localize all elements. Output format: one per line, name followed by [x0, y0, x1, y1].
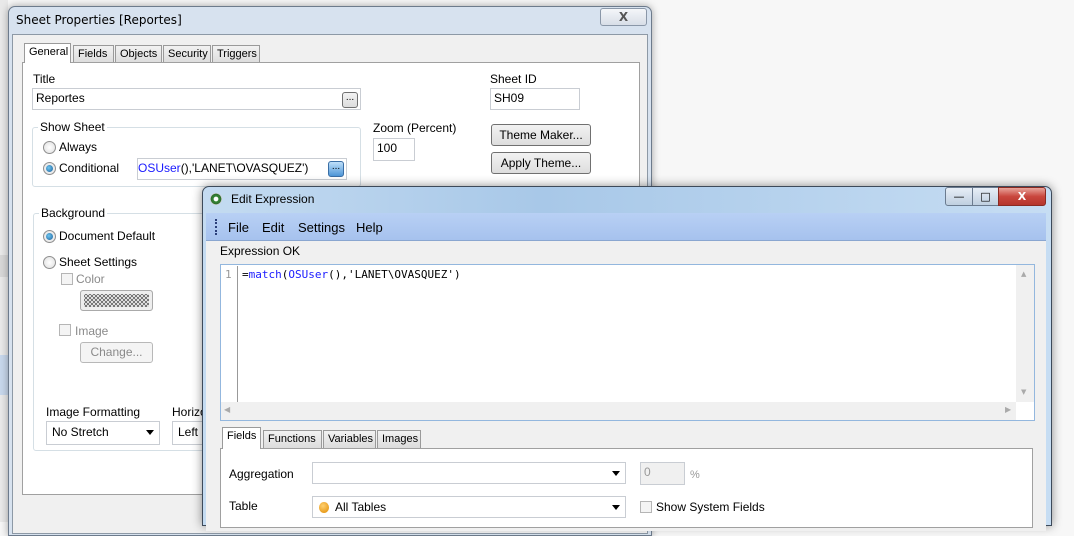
code-eq: = [242, 268, 249, 281]
sheet-settings-radio[interactable] [43, 256, 56, 269]
color-swatch-button[interactable] [80, 290, 153, 311]
image-formatting-value: No Stretch [52, 425, 109, 439]
table-icon [319, 502, 329, 513]
expression-status: Expression OK [220, 244, 301, 258]
code-func: match [248, 268, 282, 281]
gutter-divider [237, 266, 238, 402]
tab-general[interactable]: General [24, 43, 71, 63]
scroll-right-icon[interactable]: ▶ [1005, 405, 1011, 414]
tab-images[interactable]: Images [377, 430, 421, 448]
window-title: Edit Expression [231, 192, 315, 206]
document-default-radio[interactable] [43, 230, 56, 243]
chevron-down-icon [146, 430, 154, 435]
background-app-strip [0, 355, 8, 395]
code-rest: (),'LANET\OVASQUEZ') [328, 268, 461, 281]
menu-edit[interactable]: Edit [262, 220, 284, 235]
always-label: Always [59, 140, 98, 154]
tab-fields[interactable]: Fields [222, 427, 261, 449]
scroll-down-icon[interactable]: ▼ [1021, 388, 1026, 396]
scroll-up-icon[interactable]: ▲ [1021, 270, 1026, 278]
scroll-left-icon[interactable]: ◀ [224, 405, 230, 414]
horizontal-scrollbar[interactable] [221, 402, 1016, 420]
menu-file[interactable]: File [228, 220, 249, 235]
aggregation-select[interactable] [312, 462, 626, 484]
maximize-button[interactable]: □ [972, 187, 999, 206]
condition-func: OSUser [138, 161, 181, 175]
grip-icon [215, 219, 217, 235]
background-label: Background [39, 206, 108, 220]
vertical-scrollbar[interactable] [1016, 265, 1034, 402]
document-default-label: Document Default [59, 229, 156, 243]
zoom-label: Zoom (Percent) [373, 121, 457, 135]
conditional-label: Conditional [59, 161, 120, 175]
sheet-id-label: Sheet ID [490, 72, 537, 86]
sheet-id-input[interactable]: SH09 [490, 88, 580, 110]
sheet-settings-label: Sheet Settings [59, 255, 138, 269]
conditional-radio[interactable] [43, 162, 56, 175]
minimize-button[interactable]: — [945, 187, 973, 206]
qlikview-logo-icon [210, 193, 222, 205]
show-system-fields-label: Show System Fields [656, 500, 765, 514]
condition-expression-button[interactable]: ... [328, 161, 344, 177]
color-checkbox[interactable] [61, 273, 73, 285]
tab-triggers[interactable]: Triggers [212, 45, 260, 63]
always-radio[interactable] [43, 141, 56, 154]
show-sheet-label: Show Sheet [38, 120, 107, 134]
title-label: Title [33, 72, 56, 86]
apply-theme-button[interactable]: Apply Theme... [491, 152, 591, 174]
title-input[interactable]: Reportes [32, 88, 361, 110]
table-label: Table [229, 499, 258, 513]
expression-editor[interactable] [220, 264, 1035, 421]
image-formatting-label: Image Formatting [46, 405, 141, 419]
condition-rest: (),'LANET\OVASQUEZ') [180, 161, 309, 175]
image-label: Image [75, 324, 109, 338]
table-value: All Tables [335, 500, 387, 514]
title-expression-button[interactable]: ... [342, 92, 358, 108]
chevron-down-icon [612, 471, 620, 476]
percent-sign: % [690, 469, 700, 481]
line-number: 1 [225, 268, 232, 281]
dialog-title: Sheet Properties [Reportes] [16, 13, 182, 27]
tab-fields[interactable]: Fields [73, 45, 114, 63]
percent-input[interactable]: 0 [640, 462, 685, 485]
menu-help[interactable]: Help [356, 220, 383, 235]
close-button[interactable]: X [600, 8, 647, 26]
close-button[interactable]: X [998, 187, 1046, 206]
aggregation-label: Aggregation [229, 467, 294, 481]
code-inner: OSUser [288, 268, 329, 281]
show-system-fields-checkbox[interactable] [640, 501, 652, 513]
tab-objects[interactable]: Objects [115, 45, 162, 63]
background-app-strip [0, 255, 8, 277]
menu-settings[interactable]: Settings [298, 220, 345, 235]
table-select[interactable]: All Tables [312, 496, 626, 518]
tab-variables[interactable]: Variables [323, 430, 376, 448]
expression-code[interactable]: =match(OSUser(),'LANET\OVASQUEZ') [242, 268, 461, 281]
chevron-down-icon [612, 505, 620, 510]
zoom-input[interactable]: 100 [373, 138, 415, 161]
change-image-button[interactable]: Change... [80, 342, 153, 363]
tab-functions[interactable]: Functions [263, 430, 322, 448]
theme-maker-button[interactable]: Theme Maker... [491, 124, 591, 146]
condition-input[interactable]: OSUser(),'LANET\OVASQUEZ') [137, 158, 347, 180]
image-checkbox[interactable] [59, 324, 71, 336]
image-formatting-select[interactable]: No Stretch [46, 421, 160, 445]
tab-security[interactable]: Security [163, 45, 211, 63]
color-label: Color [76, 272, 105, 286]
